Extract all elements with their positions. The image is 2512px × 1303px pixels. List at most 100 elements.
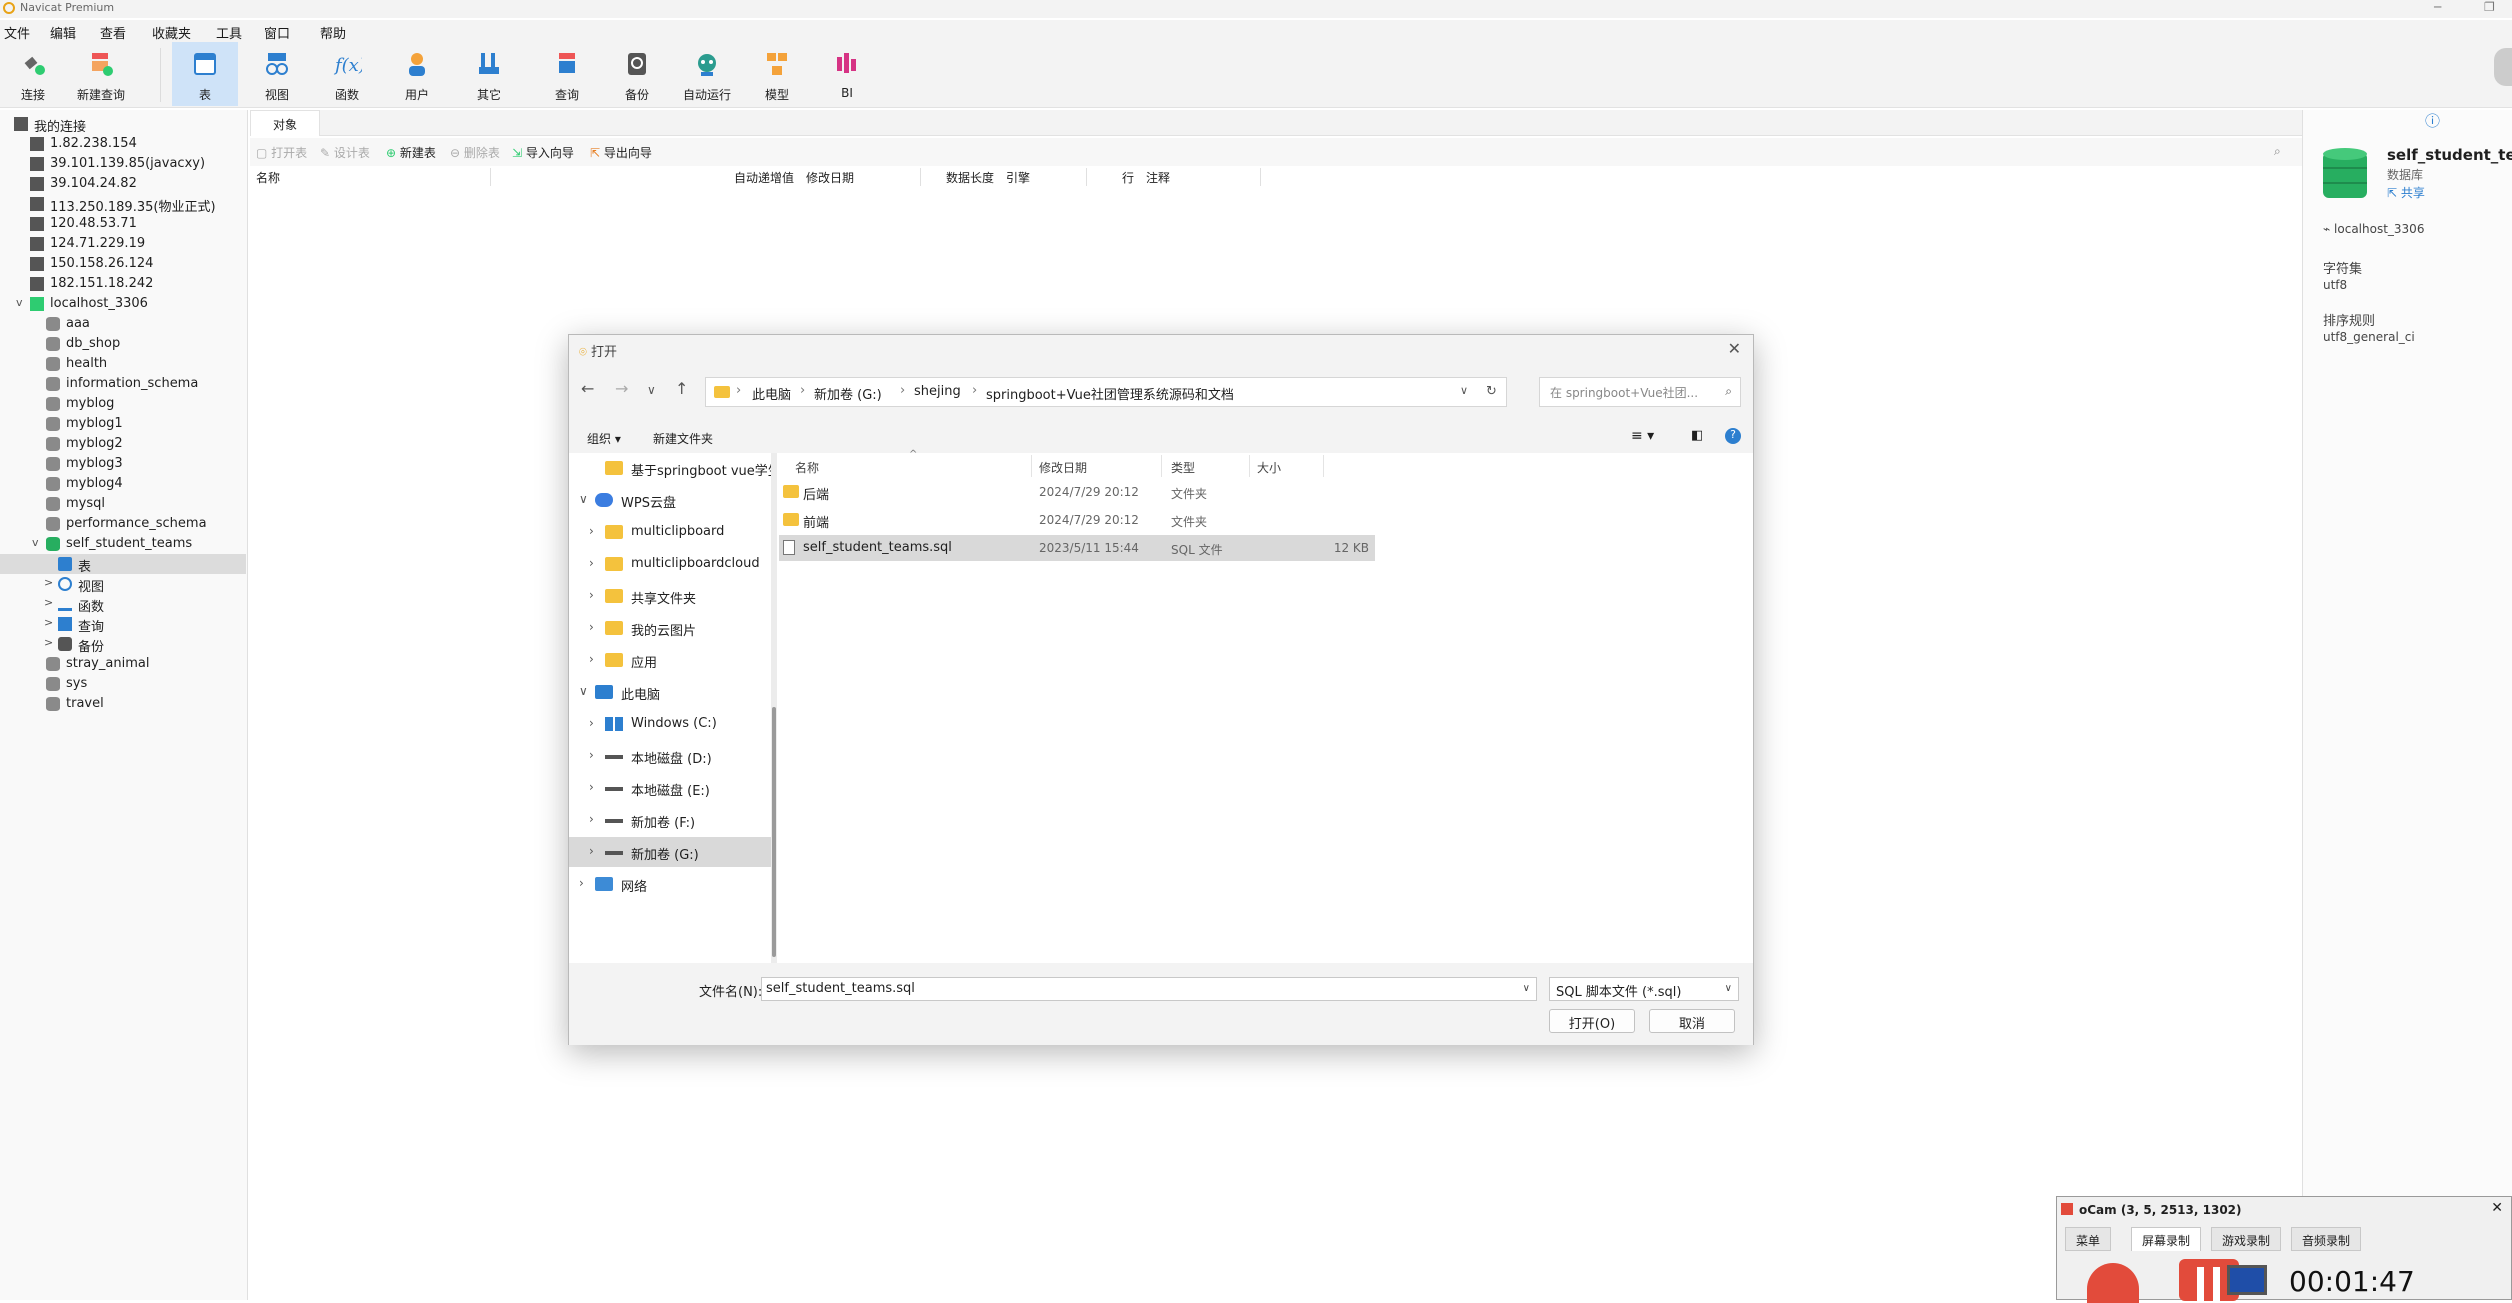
db-node-query[interactable]: > 查询 — [0, 614, 246, 635]
nav-pane-item[interactable]: › 网络 — [569, 869, 771, 899]
bi-button[interactable]: BI — [814, 42, 880, 106]
database-item[interactable]: information_schema — [0, 374, 246, 394]
nav-pane-item[interactable]: › 新加卷 (G:) — [569, 837, 771, 867]
backup-button[interactable]: 备份 — [604, 42, 670, 106]
col-rows[interactable]: 行 — [1122, 169, 1134, 186]
chevron-down-icon[interactable]: v — [16, 296, 23, 309]
chevron-right-icon[interactable]: › — [589, 620, 594, 634]
model-button[interactable]: 模型 — [744, 42, 810, 106]
path-segment[interactable]: 此电脑 — [752, 384, 791, 403]
new-table-button[interactable]: ⊕ 新建表 — [386, 144, 436, 161]
chevron-right-icon[interactable]: › — [589, 524, 594, 538]
nav-pane-item[interactable]: › multiclipboard — [569, 517, 771, 547]
automation-button[interactable]: 自动运行 — [674, 42, 740, 106]
profile-avatar[interactable] — [2494, 48, 2512, 86]
connect-button[interactable]: 连接 — [0, 42, 66, 106]
database-item[interactable]: sys — [0, 674, 246, 694]
header-name[interactable]: 名称 — [795, 459, 819, 476]
nav-pane-item[interactable]: › multiclipboardcloud — [569, 549, 771, 579]
address-bar[interactable]: › 此电脑 › 新加卷 (G:) › shejing › springboot+… — [705, 377, 1507, 407]
col-data-length[interactable]: 数据长度 — [946, 169, 994, 186]
cancel-button[interactable]: 取消 — [1649, 1009, 1735, 1033]
db-node-view[interactable]: > 视图 — [0, 574, 246, 595]
connection-item[interactable]: 1.82.238.154 — [0, 134, 246, 154]
db-node-table[interactable]: 表 — [0, 554, 246, 575]
database-item[interactable]: performance_schema — [0, 514, 246, 534]
chevron-right-icon[interactable]: > — [44, 576, 53, 589]
delete-table-button[interactable]: ⊖ 删除表 — [450, 144, 500, 161]
chevron-right-icon[interactable]: > — [44, 636, 53, 649]
refresh-icon[interactable]: ↻ — [1486, 384, 1497, 399]
open-table-button[interactable]: ▢ 打开表 — [256, 144, 307, 161]
view-options-icon[interactable]: ≡ ▾ — [1631, 428, 1654, 444]
header-date[interactable]: 修改日期 — [1039, 459, 1087, 476]
tab-objects[interactable]: 对象 — [250, 110, 320, 136]
database-item[interactable]: myblog3 — [0, 454, 246, 474]
col-modified[interactable]: 修改日期 — [806, 169, 854, 186]
file-row[interactable]: 后端 2024/7/29 20:12 文件夹 — [779, 479, 1375, 505]
chevron-right-icon[interactable]: > — [44, 596, 53, 609]
chevron-down-icon[interactable]: ∨ — [579, 684, 588, 698]
search-icon[interactable]: ⌕ — [2274, 144, 2281, 159]
ocam-tab-audio[interactable]: 音频录制 — [2291, 1227, 2362, 1251]
col-auto-increment[interactable]: 自动递增值 — [734, 169, 794, 186]
chevron-right-icon[interactable]: › — [589, 716, 594, 730]
header-type[interactable]: 类型 — [1171, 459, 1195, 476]
minimize-icon[interactable]: ─ — [2434, 0, 2441, 14]
up-icon[interactable]: ↑ — [675, 379, 688, 398]
file-row[interactable]: self_student_teams.sql 2023/5/11 15:44 SQL… — [779, 535, 1375, 561]
nav-pane-item[interactable]: ∨ 此电脑 — [569, 677, 771, 707]
import-wizard-button[interactable]: ⇲ 导入向导 — [512, 144, 574, 161]
col-name[interactable]: 名称 — [256, 169, 280, 186]
database-item[interactable]: travel — [0, 694, 246, 714]
info-icon[interactable]: ⓘ — [2425, 110, 2440, 131]
nav-pane-item[interactable]: 基于springboot vue学生 — [569, 453, 771, 483]
forward-icon[interactable]: → — [615, 379, 628, 398]
chevron-right-icon[interactable]: › — [579, 876, 584, 890]
menu-help[interactable]: 帮助 — [320, 23, 346, 42]
nav-pane-item[interactable]: ∨ WPS云盘 — [569, 485, 771, 515]
table-button[interactable]: 表 — [172, 42, 238, 106]
connection-item[interactable]: 39.101.139.85(javacxy) — [0, 154, 246, 174]
db-node-function[interactable]: > 函数 — [0, 594, 246, 615]
col-comment[interactable]: 注释 — [1146, 169, 1170, 186]
nav-pane-item[interactable]: › 本地磁盘 (E:) — [569, 773, 771, 803]
export-wizard-button[interactable]: ⇱ 导出向导 — [590, 144, 652, 161]
path-segment[interactable]: 新加卷 (G:) — [814, 384, 882, 403]
chevron-down-icon[interactable]: v — [32, 536, 39, 549]
chevron-down-icon[interactable]: ∨ — [1460, 384, 1468, 397]
screen-icon[interactable] — [2227, 1265, 2267, 1295]
menu-favorites[interactable]: 收藏夹 — [152, 23, 191, 42]
menu-view[interactable]: 查看 — [100, 23, 126, 42]
user-button[interactable]: 用户 — [384, 42, 450, 106]
chevron-right-icon[interactable]: › — [589, 652, 594, 666]
connection-item[interactable]: 120.48.53.71 — [0, 214, 246, 234]
path-segment[interactable]: shejing — [914, 384, 961, 399]
database-item-open[interactable]: v self_student_teams — [0, 534, 246, 554]
other-button[interactable]: 其它 — [456, 42, 522, 106]
connection-item[interactable]: 113.250.189.35(物业正式) — [0, 194, 246, 215]
nav-pane-item[interactable]: › 本地磁盘 (D:) — [569, 741, 771, 771]
chevron-down-icon[interactable]: ∨ — [1523, 983, 1530, 994]
design-table-button[interactable]: ✎ 设计表 — [320, 144, 370, 161]
search-input[interactable]: 在 springboot+Vue社团... ⌕ — [1539, 377, 1741, 407]
help-icon[interactable]: ? — [1725, 428, 1741, 444]
chevron-right-icon[interactable]: › — [589, 588, 594, 602]
database-item[interactable]: stray_animal — [0, 654, 246, 674]
organize-menu[interactable]: 组织 ▾ — [587, 430, 621, 447]
nav-pane-item[interactable]: › 应用 — [569, 645, 771, 675]
file-row[interactable]: 前端 2024/7/29 20:12 文件夹 — [779, 507, 1375, 533]
chevron-right-icon[interactable]: › — [589, 556, 594, 570]
database-item[interactable]: myblog1 — [0, 414, 246, 434]
ocam-tab-menu[interactable]: 菜单 — [2065, 1227, 2112, 1251]
back-icon[interactable]: ← — [581, 379, 594, 398]
col-engine[interactable]: 引擎 — [1006, 169, 1030, 186]
connection-item[interactable]: 182.151.18.242 — [0, 274, 246, 294]
chevron-right-icon[interactable]: > — [44, 616, 53, 629]
menu-file[interactable]: 文件 — [4, 23, 30, 42]
database-item[interactable]: health — [0, 354, 246, 374]
open-button[interactable]: 打开(O) — [1549, 1009, 1635, 1033]
view-button[interactable]: 视图 — [244, 42, 310, 106]
new-query-button[interactable]: 新建查询 — [68, 42, 134, 106]
record-stop-icon[interactable] — [2087, 1263, 2139, 1303]
